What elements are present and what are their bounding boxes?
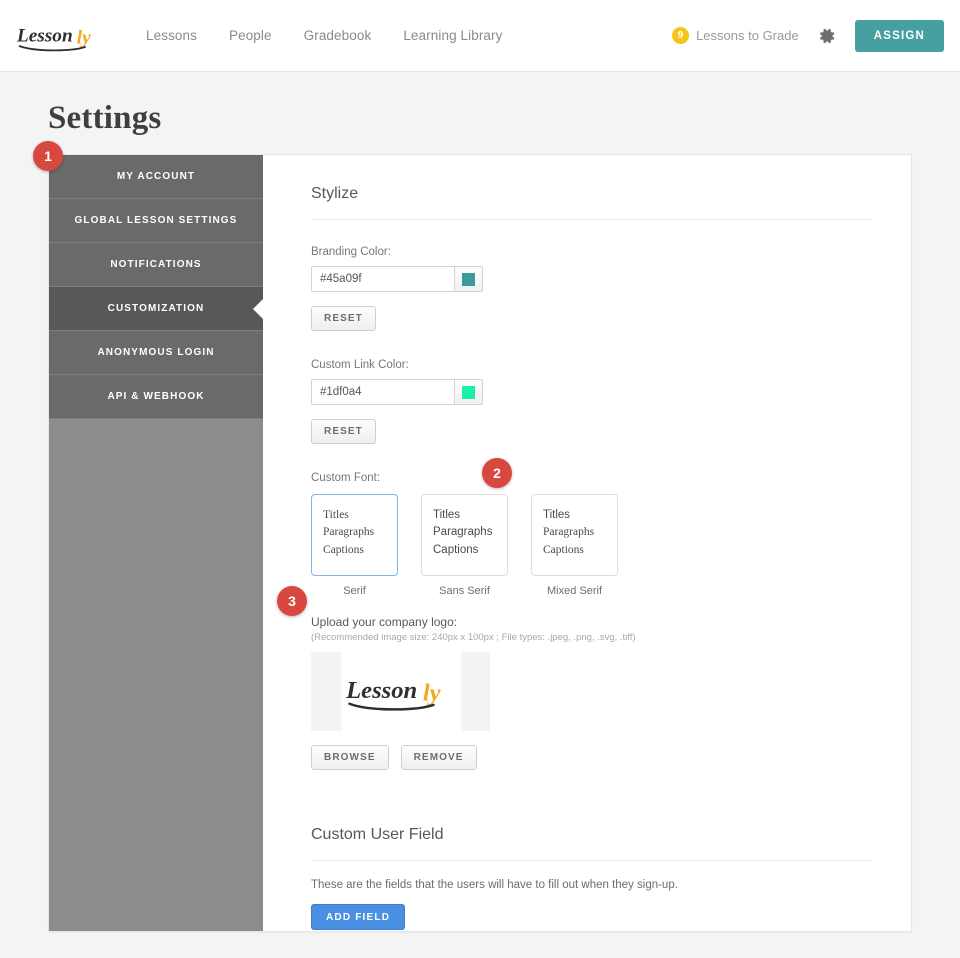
sidebar-item-notifications[interactable]: NOTIFICATIONS (49, 243, 263, 287)
font-preview-line: Titles (323, 509, 349, 521)
font-option-caption: Serif (343, 585, 366, 597)
font-option-serif[interactable]: Titles Paragraphs Captions (311, 494, 398, 576)
add-field-button[interactable]: ADD FIELD (311, 904, 406, 930)
sidebar-item-anonymous-login[interactable]: ANONYMOUS LOGIN (49, 331, 263, 375)
sidebar-item-label: MY ACCOUNT (116, 171, 196, 182)
font-option-caption: Mixed Serif (546, 585, 603, 597)
settings-content: Stylize Branding Color: RESET Custom Lin… (263, 155, 911, 931)
branding-color-label: Branding Color: (311, 246, 391, 258)
section-divider (311, 860, 871, 861)
font-preview-line: Captions (323, 543, 364, 556)
branding-color-swatch (462, 272, 475, 286)
svg-text:Lesson: Lesson (345, 677, 417, 704)
nav-item-people[interactable]: People (229, 28, 272, 43)
nav-item-learning-library[interactable]: Learning Library (403, 28, 502, 43)
stylize-section-title: Stylize (311, 185, 359, 202)
sidebar-item-label: API & WEBHOOK (107, 391, 205, 402)
branding-color-row (311, 266, 871, 292)
section-divider (311, 219, 871, 220)
font-option-mixed-serif[interactable]: Titles Paragraphs Captions (531, 494, 618, 576)
custom-link-color-input[interactable] (311, 379, 454, 405)
branding-color-swatch-button[interactable] (454, 266, 483, 292)
remove-button[interactable]: REMOVE (400, 745, 477, 770)
logo-upload-hint: (Recommended image size: 240px x 100px ;… (311, 632, 636, 643)
gear-icon[interactable] (817, 26, 837, 46)
logo-preview-box: Lesson ly (311, 652, 490, 731)
svg-text:ly: ly (77, 27, 91, 48)
logo-upload-label: Upload your company logo: (311, 615, 458, 629)
nav-item-gradebook[interactable]: Gradebook (304, 28, 372, 43)
font-option-serif-wrapper: Titles Paragraphs Captions Serif (311, 494, 398, 597)
logo-action-buttons: BROWSE REMOVE (311, 745, 871, 770)
logo-upload-section: Upload your company logo: (Recommended i… (311, 615, 871, 770)
sidebar-item-api-webhook[interactable]: API & WEBHOOK (49, 375, 263, 419)
lessons-to-grade-link[interactable]: 9 Lessons to Grade (672, 27, 799, 44)
nav-item-lessons[interactable]: Lessons (146, 28, 197, 43)
font-preview-line: Titles (543, 509, 571, 521)
sidebar-item-label: ANONYMOUS LOGIN (97, 347, 215, 358)
settings-panel: MY ACCOUNT GLOBAL LESSON SETTINGS NOTIFI… (48, 154, 912, 932)
top-right-actions: 9 Lessons to Grade ASSIGN (672, 19, 944, 52)
custom-link-color-label: Custom Link Color: (311, 359, 409, 371)
font-preview-line: Captions (433, 543, 479, 556)
annotation-badge-3: 3 (277, 586, 307, 616)
page-title: Settings (48, 100, 162, 136)
logo-preview-image: Lesson ly (340, 652, 461, 731)
branding-color-input[interactable] (311, 266, 454, 292)
sidebar-item-customization[interactable]: CUSTOMIZATION (49, 287, 263, 331)
main-nav: Lessons People Gradebook Learning Librar… (146, 28, 503, 43)
top-navigation-bar: Lesson ly Lessons People Gradebook Learn… (0, 0, 960, 72)
custom-link-color-reset-button[interactable]: RESET (311, 419, 376, 444)
svg-text:Lesson: Lesson (16, 25, 73, 46)
font-option-sans-serif-wrapper: Titles Paragraphs Captions Sans Serif (421, 494, 508, 597)
font-preview-line: Paragraphs (543, 526, 595, 539)
custom-user-field-description: These are the fields that the users will… (311, 879, 678, 891)
sidebar-item-my-account[interactable]: MY ACCOUNT (49, 155, 263, 199)
browse-button[interactable]: BROWSE (311, 745, 389, 770)
branding-color-reset-button[interactable]: RESET (311, 306, 376, 331)
font-option-caption: Sans Serif (439, 585, 490, 597)
custom-font-options: Titles Paragraphs Captions Serif Titles … (311, 494, 871, 597)
sidebar-item-label: GLOBAL LESSON SETTINGS (74, 215, 238, 226)
sidebar-item-label: NOTIFICATIONS (110, 259, 202, 270)
lessons-to-grade-count-badge: 9 (672, 27, 690, 44)
annotation-badge-1: 1 (33, 141, 63, 171)
svg-text:ly: ly (422, 679, 440, 706)
custom-user-field-title: Custom User Field (311, 826, 444, 843)
annotation-badge-2: 2 (482, 458, 512, 488)
font-preview-line: Paragraphs (323, 526, 375, 539)
assign-button[interactable]: ASSIGN (854, 19, 944, 52)
custom-link-color-swatch (462, 385, 475, 399)
settings-sidebar: MY ACCOUNT GLOBAL LESSON SETTINGS NOTIFI… (49, 155, 263, 931)
font-option-sans-serif[interactable]: Titles Paragraphs Captions (421, 494, 508, 576)
lessons-to-grade-label: Lessons to Grade (696, 28, 799, 43)
custom-user-field-section: Custom User Field These are the fields t… (311, 826, 871, 930)
font-preview-line: Captions (543, 543, 584, 556)
custom-font-label: Custom Font: (311, 472, 381, 484)
sidebar-item-label: CUSTOMIZATION (107, 303, 205, 314)
custom-link-color-swatch-button[interactable] (454, 379, 483, 405)
custom-link-color-row (311, 379, 871, 405)
font-preview-line: Paragraphs (433, 526, 493, 539)
sidebar-item-global-lesson-settings[interactable]: GLOBAL LESSON SETTINGS (49, 199, 263, 243)
font-preview-line: Titles (433, 509, 461, 521)
lessonly-logo[interactable]: Lesson ly (16, 16, 108, 56)
font-option-mixed-serif-wrapper: Titles Paragraphs Captions Mixed Serif (531, 494, 618, 597)
